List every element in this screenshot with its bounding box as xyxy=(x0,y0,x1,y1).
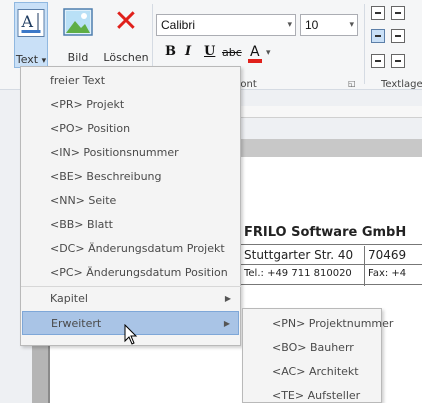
text-dropdown-menu: freier Text <PR> Projekt <PO> Position <… xyxy=(20,66,242,346)
align-top-left-button[interactable] xyxy=(371,6,385,20)
submenu-item-aufsteller[interactable]: <TE> Aufsteller xyxy=(244,384,381,403)
submenu-arrow-icon: ▶ xyxy=(224,294,231,303)
align-middle-left-button[interactable] xyxy=(371,29,385,43)
chevron-down-icon[interactable]: ▾ xyxy=(266,48,271,58)
strikethrough-button[interactable]: abc xyxy=(222,46,242,59)
delete-x-icon: ✕ xyxy=(113,4,139,39)
font-color-swatch xyxy=(248,59,262,63)
underline-button[interactable]: U xyxy=(204,44,215,59)
bold-button[interactable]: B xyxy=(165,44,176,59)
ribbon-separator xyxy=(364,4,365,84)
font-color-button[interactable]: A xyxy=(248,44,262,63)
align-top-right-button[interactable] xyxy=(391,6,405,20)
font-name-select[interactable]: Calibri ▾ xyxy=(156,14,296,36)
submenu-item-projektnummer[interactable]: <PN> Projektnummer xyxy=(244,312,393,336)
delete-button[interactable]: ✕ Löschen xyxy=(103,2,149,66)
table-row: Stuttgarter Str. 40 70469 xyxy=(241,245,422,266)
mouse-pointer-icon xyxy=(124,324,138,345)
menu-item-blatt[interactable]: <BB> Blatt xyxy=(22,213,239,237)
company-name[interactable]: FRILO Software GmbH xyxy=(244,225,406,240)
erweitert-submenu: <PN> Projektnummer <BO> Bauherr <AC> Arc… xyxy=(242,308,393,403)
menu-item-aenderungsdatum-position[interactable]: <PC> Änderungsdatum Position xyxy=(22,261,239,285)
bild-button-label: Bild xyxy=(67,51,89,64)
menu-item-projekt[interactable]: <PR> Projekt xyxy=(22,93,239,117)
address-table[interactable]: Stuttgarter Str. 40 70469 Tel.: +49 711 … xyxy=(241,244,422,286)
text-button-label: Text xyxy=(15,53,39,66)
menu-item-seite[interactable]: <NN> Seite xyxy=(22,189,239,213)
submenu-item-architekt[interactable]: <AC> Architekt xyxy=(244,360,381,384)
text-insert-button[interactable]: A Text ▾ xyxy=(14,2,48,68)
table-row: Tel.: +49 711 810020 Fax: +4 xyxy=(241,265,422,286)
submenu-arrow-icon: ▶ xyxy=(223,319,230,328)
menu-item-position[interactable]: <PO> Position xyxy=(22,117,239,141)
loeschen-button-label: Löschen xyxy=(103,51,149,64)
font-name-value: Calibri xyxy=(161,18,196,32)
table-cell: Fax: +4 xyxy=(368,268,407,279)
text-field-icon: A xyxy=(17,9,45,37)
table-cell: Stuttgarter Str. 40 xyxy=(241,246,365,266)
submenu-item-bauherr[interactable]: <BO> Bauherr xyxy=(244,336,381,360)
menu-item-aenderungsdatum-projekt[interactable]: <DC> Änderungsdatum Projekt xyxy=(22,237,239,261)
align-bottom-right-button[interactable] xyxy=(391,54,405,68)
chevron-down-icon: ▾ xyxy=(349,19,354,29)
chevron-down-icon: ▾ xyxy=(41,56,47,66)
font-color-icon: A xyxy=(250,44,260,60)
align-bottom-left-button[interactable] xyxy=(371,54,385,68)
dialog-launcher-icon[interactable]: ◱ xyxy=(348,79,356,88)
font-size-value: 10 xyxy=(305,18,319,32)
menu-item-positionsnummer[interactable]: <IN> Positionsnummer xyxy=(22,141,239,165)
chevron-down-icon: ▾ xyxy=(287,19,292,29)
italic-button[interactable]: I xyxy=(185,44,191,59)
image-icon xyxy=(63,8,93,36)
ruler xyxy=(235,106,422,118)
page-header-band xyxy=(235,139,422,157)
font-size-select[interactable]: 10 ▾ xyxy=(300,14,358,36)
menu-item-kapitel[interactable]: Kapitel ▶ xyxy=(22,287,239,311)
menu-item-beschreibung[interactable]: <BE> Beschreibung xyxy=(22,165,239,189)
align-middle-right-button[interactable] xyxy=(391,29,405,43)
menu-item-freier-text[interactable]: freier Text xyxy=(22,69,239,93)
textlage-group-label: Textlage xyxy=(381,79,422,90)
image-insert-button[interactable]: Bild xyxy=(58,2,98,66)
table-cell: 70469 xyxy=(368,248,407,262)
table-cell: Tel.: +49 711 810020 xyxy=(241,266,365,286)
